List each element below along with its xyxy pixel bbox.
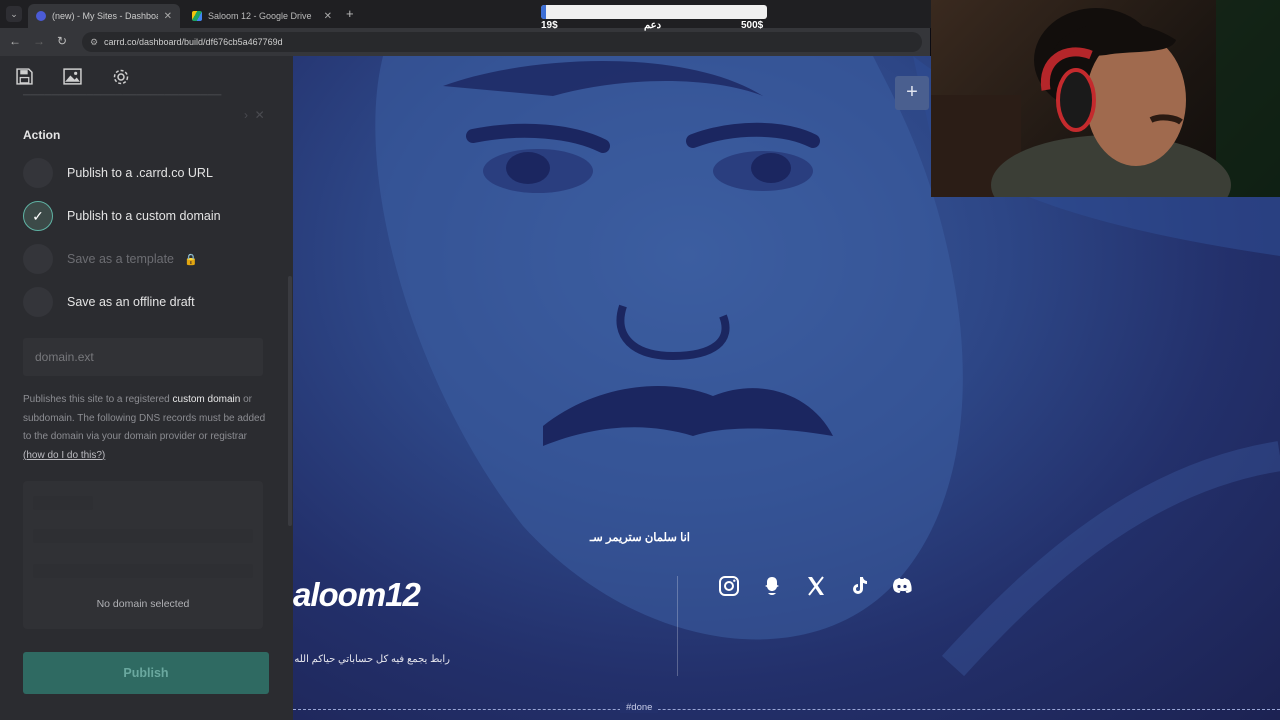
- address-bar[interactable]: ⚙ carrd.co/dashboard/build/df676cb5a4677…: [82, 32, 922, 52]
- dns-records-box: No domain selected: [23, 481, 263, 629]
- radio-unchecked[interactable]: [23, 287, 53, 317]
- option-offline-draft[interactable]: Save as an offline draft: [23, 287, 195, 317]
- option-label: Save as a template: [67, 252, 175, 266]
- option-label: Publish to a custom domain: [67, 209, 221, 223]
- publish-button[interactable]: Publish: [23, 652, 269, 694]
- webcam-overlay: [931, 0, 1280, 197]
- drive-favicon-icon: [192, 11, 202, 21]
- forward-arrow-icon[interactable]: →: [33, 34, 45, 48]
- browser-toolbar: ← → ↻ ⚙ carrd.co/dashboard/build/df676cb…: [0, 28, 930, 56]
- url-text: carrd.co/dashboard/build/df676cb5a467769…: [104, 37, 283, 47]
- radio-unchecked: [23, 244, 53, 274]
- instagram-icon[interactable]: [717, 574, 741, 598]
- publish-panel: ──────────────────────────── › ✕ Action …: [0, 56, 293, 720]
- goal-max-label: 500$: [741, 20, 764, 31]
- dns-row: [33, 529, 253, 543]
- action-heading: Action: [23, 128, 61, 142]
- site-info-icon[interactable]: ⚙: [90, 32, 98, 52]
- x-icon[interactable]: [804, 574, 828, 598]
- donation-goal-fill: [541, 5, 546, 19]
- panel-close-icon[interactable]: › ✕: [244, 108, 265, 122]
- tiktok-icon[interactable]: [847, 574, 871, 598]
- tab-title: Saloom 12 - Google Drive: [208, 11, 312, 21]
- goal-center-label: دعم: [644, 20, 662, 31]
- option-label: Save as an offline draft: [67, 295, 195, 309]
- custom-domain-emphasis: custom domain: [172, 394, 241, 405]
- section-divider-line: [293, 709, 1280, 710]
- domain-input[interactable]: [23, 338, 263, 376]
- reload-icon[interactable]: ↻: [57, 34, 67, 48]
- option-carrd-url[interactable]: Publish to a .carrd.co URL: [23, 158, 213, 188]
- checkmark-icon[interactable]: ✓: [23, 201, 53, 231]
- image-icon[interactable]: [63, 68, 82, 90]
- how-do-i-link[interactable]: (how do I do this?): [23, 450, 105, 461]
- hero-subtitle[interactable]: رابط يجمع فيه كل حساباتي حياكم الله: [294, 654, 450, 665]
- tab-dashboard[interactable]: (new) - My Sites - Dashboard · ✕: [28, 4, 180, 28]
- vertical-divider: [677, 576, 678, 676]
- dns-status-message: No domain selected: [96, 598, 190, 610]
- goal-min-label: 19$: [541, 20, 558, 31]
- hero-title[interactable]: انا سلمان ستريمر سـ: [590, 530, 690, 544]
- tab-close-icon[interactable]: ✕: [164, 11, 172, 22]
- add-element-button[interactable]: +: [895, 76, 929, 110]
- back-arrow-icon[interactable]: ←: [9, 34, 21, 48]
- save-icon[interactable]: [16, 68, 33, 90]
- option-label: Publish to a .carrd.co URL: [67, 166, 213, 180]
- tab-search-icon[interactable]: ⌄: [6, 6, 22, 22]
- publish-description: Publishes this site to a registered cust…: [23, 394, 266, 461]
- gear-icon[interactable]: [112, 68, 130, 91]
- tab-google-drive[interactable]: Saloom 12 - Google Drive ✕: [184, 4, 340, 28]
- dns-row: [33, 496, 93, 510]
- option-template: Save as a template 🔒: [23, 244, 198, 274]
- faded-text: ────────────────────────────: [23, 90, 222, 101]
- carrd-favicon-icon: [36, 11, 46, 21]
- streamer-video: [931, 0, 1280, 197]
- done-section-tag[interactable]: #done: [620, 702, 659, 713]
- tab-title: (new) - My Sites - Dashboard ·: [52, 11, 158, 21]
- donation-goal-bar: [541, 5, 767, 19]
- tab-close-icon[interactable]: ✕: [324, 11, 332, 22]
- dns-row: [33, 564, 253, 578]
- brand-heading[interactable]: aloom12: [293, 576, 421, 614]
- option-custom-domain[interactable]: ✓ Publish to a custom domain: [23, 201, 221, 231]
- panel-scrollbar[interactable]: [288, 276, 292, 526]
- lock-icon: 🔒: [184, 253, 198, 266]
- new-tab-icon[interactable]: +: [346, 6, 354, 21]
- snapchat-icon[interactable]: [760, 574, 784, 598]
- radio-unchecked[interactable]: [23, 158, 53, 188]
- discord-icon[interactable]: [890, 574, 914, 598]
